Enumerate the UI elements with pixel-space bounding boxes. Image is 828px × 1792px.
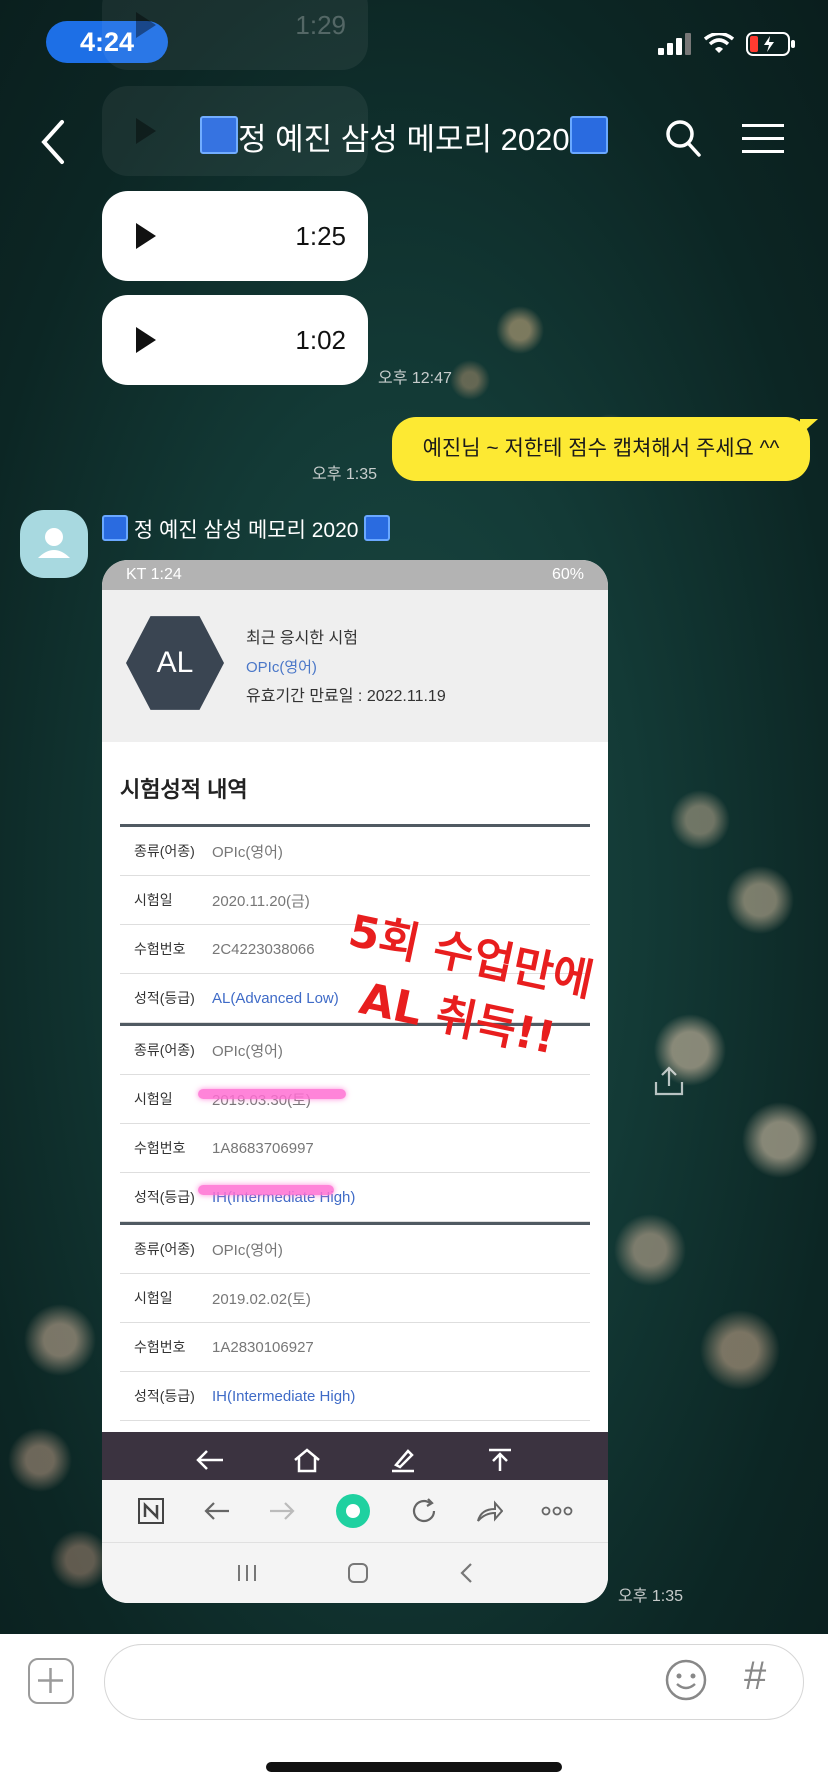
- voice-message[interactable]: [102, 86, 368, 176]
- voice-message[interactable]: 1:29: [102, 0, 368, 70]
- highlight-mark: [198, 1185, 334, 1195]
- play-icon: [136, 12, 156, 38]
- edit-icon: [392, 1449, 415, 1473]
- search-icon[interactable]: [664, 118, 702, 160]
- section-title: 시험성적 내역: [120, 777, 248, 802]
- message-timestamp: 오후 1:35: [618, 1588, 684, 1605]
- voice-duration: 1:02: [295, 325, 346, 355]
- grade-badge: AL: [126, 616, 224, 710]
- record-row: 시험일 2019.02.02(토): [120, 1274, 590, 1323]
- phone-status-right: 60%: [551, 566, 584, 583]
- back-arrow-icon: [203, 1502, 229, 1520]
- exam-records: 시험성적 내역 종류(어종) OPIc(영어) 시험일 2020.11.20(금) …: [102, 742, 608, 1421]
- blue-square-emoji: [364, 515, 391, 541]
- voice-message[interactable]: 1:25: [102, 191, 368, 281]
- phone-status-left: KT 1:24: [126, 566, 182, 583]
- play-icon: [136, 327, 156, 353]
- highlight-mark: [198, 1089, 346, 1099]
- record-row: 시험일 2019.03.30(토): [120, 1075, 590, 1124]
- record-row: 종류(어종) OPIc(영어): [120, 827, 590, 876]
- emoji-icon[interactable]: [664, 1658, 708, 1702]
- sender-name-text: 정 예진 삼성 메모리 2020: [133, 519, 359, 542]
- record-row: 수험번호 1A2830106927: [120, 1323, 590, 1372]
- sender-name: 정 예진 삼성 메모리 2020: [102, 514, 391, 544]
- voice-duration: 1:29: [295, 10, 346, 40]
- phone-status-bar: KT 1:24 60%: [102, 560, 608, 590]
- arrow-left-icon: [196, 1450, 224, 1470]
- share-arrow-icon: [477, 1500, 504, 1522]
- image-message[interactable]: KT 1:24 60% AL 최근 응시한 시험 OPIc(영어) 유효기간 만…: [102, 560, 608, 1603]
- home-indicator: [266, 1762, 562, 1772]
- play-icon: [136, 118, 156, 144]
- green-dot-icon: [335, 1494, 370, 1528]
- share-icon[interactable]: [652, 1064, 686, 1098]
- battery-icon: [746, 32, 795, 56]
- recent-exam-card: AL 최근 응시한 시험 OPIc(영어) 유효기간 만료일 : 2022.11…: [102, 590, 608, 742]
- my-message-bubble[interactable]: 예진님 ~ 저한테 점수 캡쳐해서 주세요 ^^: [392, 417, 818, 481]
- more-icon: [541, 1506, 573, 1516]
- record-row: 종류(어종) OPIc(영어): [120, 1225, 590, 1274]
- hashtag-button[interactable]: #: [744, 1654, 766, 1699]
- expiry-date: 유효기간 만료일 : 2022.11.19: [246, 688, 446, 705]
- message-timestamp: 오후 12:47: [378, 370, 452, 387]
- blue-square-emoji: [569, 116, 608, 154]
- scroll-top-icon: [488, 1448, 511, 1471]
- recent-exam-title: 최근 응시한 시험: [246, 630, 358, 647]
- recent-exam-language: OPIc(영어): [246, 659, 317, 676]
- record-row: 수험번호 1A8683706997: [120, 1124, 590, 1173]
- status-icons: [658, 32, 796, 56]
- blue-square-emoji: [102, 515, 128, 541]
- plus-icon: [38, 1668, 63, 1693]
- voice-message[interactable]: 1:02: [102, 295, 368, 385]
- naver-icon: [137, 1498, 164, 1524]
- avatar[interactable]: [20, 510, 88, 578]
- android-back-icon: [460, 1563, 472, 1583]
- signal-icon: [658, 33, 691, 55]
- wifi-icon: [704, 33, 734, 53]
- record-row: 성적(등급) IH(Intermediate High): [120, 1372, 590, 1421]
- menu-icon[interactable]: [742, 122, 784, 156]
- record-group: 종류(어종) OPIc(영어) 시험일 2019.02.02(토) 수험번호 1A28…: [120, 1222, 590, 1421]
- message-timestamp: 오후 1:35: [312, 466, 378, 483]
- browser-nav-bar: [102, 1480, 608, 1542]
- forward-arrow-icon: [270, 1502, 295, 1520]
- android-nav-bar: [102, 1542, 608, 1603]
- back-icon[interactable]: [34, 114, 74, 170]
- plus-button[interactable]: [28, 1658, 74, 1704]
- person-icon: [38, 528, 70, 558]
- android-home-icon: [347, 1563, 368, 1583]
- recents-icon: [238, 1565, 257, 1581]
- record-row: 성적(등급) IH(Intermediate High): [120, 1173, 590, 1222]
- refresh-icon: [412, 1498, 435, 1523]
- home-icon: [293, 1448, 320, 1473]
- voice-duration: 1:25: [295, 221, 346, 251]
- play-icon: [136, 223, 156, 249]
